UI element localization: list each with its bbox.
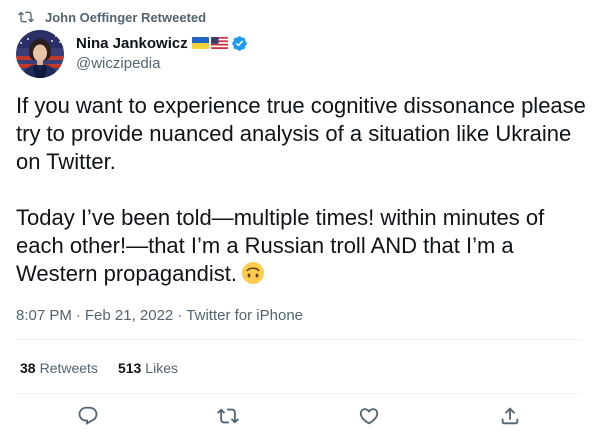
likes-label: Likes <box>145 360 178 376</box>
tweet-time[interactable]: 8:07 PM <box>16 307 72 324</box>
share-icon <box>499 405 521 427</box>
likes-stat[interactable]: 513 Likes <box>118 360 178 376</box>
upside-down-face-emoji-icon <box>241 261 265 285</box>
tweet-paragraph-1: If you want to experience true cognitive… <box>16 93 586 174</box>
reply-icon <box>77 405 99 427</box>
tweet-meta: 8:07 PM · Feb 21, 2022 · Twitter for iPh… <box>16 305 303 325</box>
author-name-line: Nina Jankowicz <box>76 33 248 53</box>
author-name[interactable]: Nina Jankowicz <box>76 35 188 52</box>
author-block: Nina Jankowicz @wiczipedia <box>76 33 248 73</box>
meta-separator: · <box>177 306 183 324</box>
reply-button[interactable] <box>77 405 99 427</box>
divider <box>16 339 582 340</box>
tweet-paragraph-2-text: Today I’ve been told—multiple times! wit… <box>16 205 545 286</box>
share-button[interactable] <box>499 405 521 427</box>
like-button[interactable] <box>358 405 380 427</box>
ukraine-flag-icon <box>191 37 209 49</box>
tweet-stats: 38 Retweets 513 Likes <box>20 358 198 378</box>
retweets-count: 38 <box>20 360 36 376</box>
tweet-paragraph-2: Today I’ve been told—multiple times! wit… <box>16 204 586 288</box>
verified-badge-icon <box>231 35 248 52</box>
tweet-actions <box>0 405 598 429</box>
retweet-button[interactable] <box>217 405 239 427</box>
avatar[interactable] <box>16 30 64 78</box>
us-flag-icon <box>210 37 228 49</box>
retweets-stat[interactable]: 38 Retweets <box>20 360 98 376</box>
likes-count: 513 <box>117 360 142 376</box>
social-context: John Oeffinger Retweeted <box>16 7 206 27</box>
meta-separator: · <box>75 306 81 324</box>
author-handle[interactable]: @wiczipedia <box>76 55 248 73</box>
retweet-icon <box>18 9 34 25</box>
like-icon <box>358 405 380 427</box>
retweet-icon <box>217 405 239 427</box>
retweets-label: Retweets <box>39 360 98 376</box>
divider <box>16 393 582 394</box>
social-context-text[interactable]: John Oeffinger Retweeted <box>45 10 206 25</box>
tweet-source[interactable]: Twitter for iPhone <box>186 307 303 324</box>
tweet-date[interactable]: Feb 21, 2022 <box>85 307 173 324</box>
tweet-text: If you want to experience true cognitive… <box>16 92 586 288</box>
